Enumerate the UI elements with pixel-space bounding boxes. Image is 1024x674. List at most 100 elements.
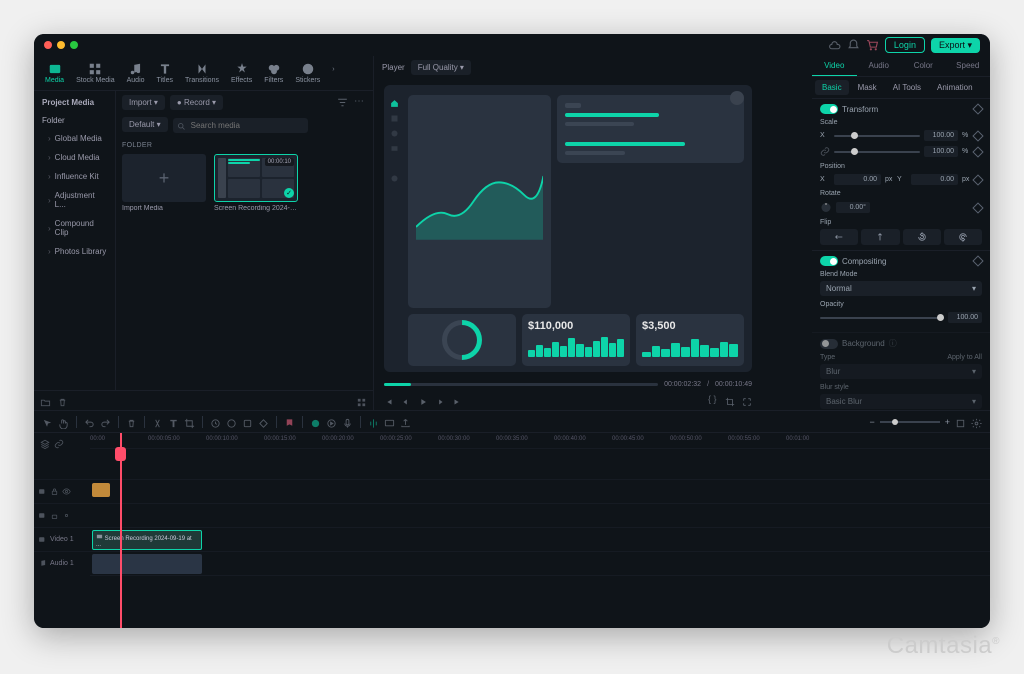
mic-icon[interactable] (342, 416, 353, 427)
keyframe-icon[interactable] (972, 202, 983, 213)
filter-icon[interactable] (336, 96, 349, 109)
settings-icon[interactable] (971, 416, 982, 427)
lock-icon[interactable] (50, 511, 59, 520)
record-tl-icon[interactable] (310, 416, 321, 427)
keyframe-icon[interactable] (972, 146, 983, 157)
crop-tl-icon[interactable] (184, 416, 195, 427)
eye-icon[interactable] (62, 511, 71, 520)
subtab-ai[interactable]: AI Tools (886, 80, 928, 95)
import-media-card[interactable]: + Import Media (122, 154, 206, 212)
notification-icon[interactable] (847, 39, 860, 52)
play-icon[interactable] (418, 394, 428, 404)
trash-icon[interactable] (57, 395, 68, 406)
sidebar-sub[interactable]: Folder (34, 112, 115, 129)
fullscreen-icon[interactable] (742, 394, 752, 404)
keyframe-icon[interactable] (972, 174, 983, 185)
track-header-1[interactable] (34, 479, 90, 503)
pos-y-value[interactable]: 0.00 (911, 174, 958, 185)
fit-icon[interactable] (955, 416, 966, 427)
scale-y-value[interactable]: 100.00 (924, 146, 958, 157)
keyframe-icon[interactable] (972, 103, 983, 114)
compositing-toggle[interactable] (820, 256, 838, 266)
step-back-icon[interactable] (401, 394, 411, 404)
sidebar-influence-kit[interactable]: Influence Kit (34, 167, 115, 186)
opacity-value[interactable]: 100.00 (948, 312, 982, 323)
rotate-knob[interactable] (820, 201, 832, 214)
tab-titles[interactable]: Titles (152, 59, 178, 87)
key-icon[interactable] (258, 416, 269, 427)
maximize-window-icon[interactable] (70, 41, 78, 49)
record-button[interactable]: ● Record ▾ (170, 95, 223, 110)
track-header-video1[interactable]: Video 1 (34, 527, 90, 551)
folder-icon[interactable] (40, 395, 51, 406)
flip-v-button[interactable] (861, 229, 899, 245)
tab-more[interactable]: › (327, 59, 351, 87)
scale-x-value[interactable]: 100.00 (924, 130, 958, 141)
scale-x-slider[interactable] (834, 135, 920, 137)
rotate-cw-button[interactable] (944, 229, 982, 245)
link-icon[interactable] (820, 145, 830, 158)
undo-icon[interactable] (84, 416, 95, 427)
sidebar-cloud-media[interactable]: Cloud Media (34, 148, 115, 167)
redo-icon[interactable] (100, 416, 111, 427)
tab-audio[interactable]: Audio (122, 59, 150, 87)
more-icon[interactable]: ⋯ (354, 96, 367, 109)
audio-clip[interactable] (92, 554, 202, 574)
tab-media[interactable]: Media (40, 59, 69, 87)
close-window-icon[interactable] (44, 41, 52, 49)
track-header-2[interactable] (34, 503, 90, 527)
cloud-icon[interactable] (828, 39, 841, 52)
step-fwd-icon[interactable] (435, 394, 445, 404)
login-button[interactable]: Login (885, 37, 925, 53)
tab-color[interactable]: Color (901, 56, 946, 76)
recording-card[interactable]: 00:00:10 ✓ (214, 154, 298, 212)
blur-style-select[interactable]: Basic Blur▾ (820, 394, 982, 409)
bracket-icon[interactable]: { } (708, 394, 718, 404)
quality-select[interactable]: Full Quality ▾ (411, 60, 471, 75)
mask-icon[interactable] (242, 416, 253, 427)
cart-icon[interactable] (866, 39, 879, 52)
sidebar-adjustment[interactable]: Adjustment L... (34, 186, 115, 214)
timeline-tracks[interactable]: 00:0000:00:05:0000:00:10:0000:00:15:0000… (90, 433, 990, 628)
eye-icon[interactable] (62, 487, 71, 496)
hand-icon[interactable] (58, 416, 69, 427)
link-tl-icon[interactable] (54, 436, 64, 446)
scrub-bar[interactable]: 00:00:02:32 / 00:00:10:49 (374, 378, 762, 391)
delete-icon[interactable] (126, 416, 137, 427)
tab-effects[interactable]: Effects (226, 59, 257, 87)
opacity-slider[interactable] (820, 317, 944, 319)
bg-type-select[interactable]: Blur▾ (820, 364, 982, 379)
tab-transitions[interactable]: Transitions (180, 59, 224, 87)
layers-icon[interactable] (40, 436, 50, 446)
transform-toggle[interactable] (820, 104, 838, 114)
split-icon[interactable] (152, 416, 163, 427)
timeline-ruler[interactable]: 00:0000:00:05:0000:00:10:0000:00:15:0000… (90, 433, 990, 449)
color-icon[interactable] (226, 416, 237, 427)
grid-view-icon[interactable] (356, 395, 367, 406)
next-icon[interactable] (452, 394, 462, 404)
play-tl-icon[interactable] (326, 416, 337, 427)
scale-y-slider[interactable] (834, 151, 920, 153)
sidebar-compound[interactable]: Compound Clip (34, 214, 115, 242)
default-sort[interactable]: Default ▾ (122, 117, 168, 132)
blend-select[interactable]: Normal▾ (820, 281, 982, 296)
marker-icon[interactable] (284, 416, 295, 427)
crop-icon[interactable] (725, 394, 735, 404)
pos-x-value[interactable]: 0.00 (834, 174, 881, 185)
sidebar-global-media[interactable]: Global Media (34, 129, 115, 148)
rotate-ccw-button[interactable] (903, 229, 941, 245)
subtab-anim[interactable]: Animation (930, 80, 980, 95)
tab-stickers[interactable]: Stickers (290, 59, 325, 87)
subtab-mask[interactable]: Mask (851, 80, 884, 95)
flip-h-button[interactable] (820, 229, 858, 245)
minimize-window-icon[interactable] (57, 41, 65, 49)
screen-icon[interactable] (384, 416, 395, 427)
tab-audio[interactable]: Audio (857, 56, 902, 76)
preview-canvas[interactable]: $110,000 $3,500 (384, 85, 752, 372)
tab-stock-media[interactable]: Stock Media (71, 59, 120, 87)
lock-icon[interactable] (50, 487, 59, 496)
tab-speed[interactable]: Speed (946, 56, 991, 76)
background-toggle[interactable] (820, 339, 838, 349)
apply-all-button[interactable]: Apply to All (947, 354, 982, 361)
export-tl-icon[interactable] (400, 416, 411, 427)
